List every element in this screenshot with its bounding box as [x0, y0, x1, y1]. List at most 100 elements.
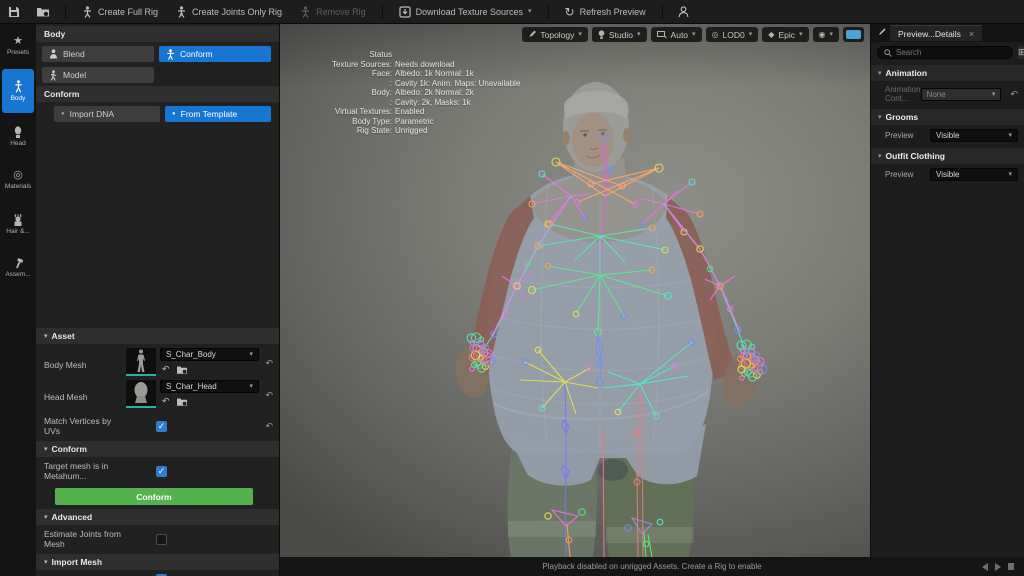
source-control-button[interactable] [28, 0, 58, 23]
asset-section-title: Asset [52, 331, 75, 341]
sidebar-item-label: Presets [7, 49, 29, 56]
epic-label: Epic [778, 30, 795, 40]
create-full-rig-button[interactable]: Create Full Rig [73, 0, 167, 23]
advanced-section-title: Advanced [52, 512, 93, 522]
body-mesh-select[interactable]: S_Char_Body ▾ [160, 348, 259, 361]
reset-body-mesh-icon[interactable]: ↶ [259, 348, 273, 369]
lod-label: LOD0 [723, 30, 745, 40]
status-label: Virtual Textures: [296, 107, 392, 117]
asset-section-header[interactable]: ▾ Asset [36, 328, 279, 344]
head-mesh-label: Head Mesh [44, 380, 126, 402]
animation-content-label: Animation Cont... [885, 85, 921, 103]
pen-icon [871, 24, 890, 42]
caret-down-icon: ▾ [878, 70, 882, 77]
view-options-icon[interactable]: ⊞ [1018, 46, 1024, 59]
account-button[interactable] [670, 0, 697, 23]
body-mesh-row: Body Mesh S_Char_Body ▾ ↶ [36, 344, 279, 380]
caret-down-icon: ▾ [992, 91, 996, 98]
refresh-preview-button[interactable]: ↻ Refresh Preview [556, 0, 655, 23]
caret-down-icon: ▾ [829, 31, 833, 38]
outfit-preview-select[interactable]: Visible ▾ [930, 168, 1018, 181]
body-mesh-thumbnail[interactable] [126, 348, 156, 376]
outfit-clothing-section-title: Outfit Clothing [886, 151, 945, 161]
3d-viewport[interactable]: Status Texture Sources:Needs download Fa… [280, 24, 870, 557]
import-dna-button[interactable]: ● Import DNA [54, 106, 160, 122]
match-vertices-checkbox[interactable]: ✓ [156, 421, 167, 432]
conform-tab-button[interactable]: Conform [159, 46, 271, 62]
model-button[interactable]: Model [42, 67, 154, 83]
animation-section-title: Animation [886, 68, 928, 78]
dot-icon: ● [172, 111, 176, 117]
reset-head-mesh-icon[interactable]: ↶ [259, 380, 273, 401]
resolution-auto-dropdown[interactable]: Auto ▾ [651, 27, 702, 42]
status-label: Texture Sources: [296, 60, 392, 70]
sidebar-item-assembly[interactable]: Assem... [0, 246, 36, 290]
blend-button[interactable]: Blend [42, 46, 154, 62]
model-icon [49, 70, 58, 81]
sidebar-item-head[interactable]: Head [0, 114, 36, 158]
status-label: : [296, 98, 392, 108]
close-tab-icon[interactable]: × [969, 29, 974, 39]
sidebar-item-presets[interactable]: ★ Presets [0, 24, 36, 68]
topology-dropdown[interactable]: Topology ▾ [522, 27, 588, 42]
hair-icon [13, 214, 23, 226]
advanced-section-header[interactable]: ▾ Advanced [36, 509, 279, 525]
lighting-studio-dropdown[interactable]: Studio ▾ [592, 27, 647, 42]
outfit-clothing-section-header[interactable]: ▾ Outfit Clothing [871, 148, 1024, 164]
sidebar-item-body[interactable]: Body [2, 69, 34, 113]
estimate-joints-checkbox[interactable] [156, 534, 167, 545]
grooms-section-header[interactable]: ▾ Grooms [871, 109, 1024, 125]
caret-down-icon: ▾ [44, 446, 48, 453]
blend-label: Blend [63, 49, 85, 59]
browse-to-asset-icon[interactable] [176, 365, 188, 375]
estimate-joints-label: Estimate Joints from Mesh [44, 529, 144, 549]
sidebar-item-label: Body [11, 95, 26, 102]
use-selected-asset-icon[interactable]: ↶ [162, 364, 170, 375]
sidebar-item-hair[interactable]: Hair &... [0, 202, 36, 246]
tab-preview-details[interactable]: Preview...Details × [890, 25, 982, 41]
toolbar-separator [548, 4, 549, 20]
head-mesh-select[interactable]: S_Char_Head ▾ [160, 380, 259, 393]
remove-rig-button[interactable]: Remove Rig [291, 0, 375, 23]
conform-button[interactable]: Conform [55, 488, 253, 505]
conform-settings-header[interactable]: ▾ Conform [36, 441, 279, 457]
target-mesh-label: Target mesh is in Metahum... [44, 461, 144, 481]
stop-icon[interactable] [1008, 563, 1014, 570]
rig-display-toggle[interactable] [843, 27, 864, 42]
grooms-preview-select[interactable]: Visible ▾ [930, 129, 1018, 142]
caret-down-icon: ▾ [44, 559, 48, 566]
reset-animation-content-icon[interactable]: ↶ [1005, 89, 1018, 100]
sidebar-item-materials[interactable]: ◎ Materials [0, 158, 36, 202]
use-selected-asset-icon[interactable]: ↶ [162, 396, 170, 407]
star-icon: ★ [13, 36, 23, 47]
body-mesh-value: S_Char_Body [166, 350, 216, 359]
save-icon [8, 6, 20, 18]
step-back-icon[interactable] [982, 563, 988, 571]
target-mesh-checkbox[interactable]: ✓ [156, 466, 167, 477]
lod-dropdown[interactable]: ◎ LOD0 ▾ [706, 27, 759, 42]
animation-content-select[interactable]: None ▾ [921, 88, 1002, 101]
download-texture-sources-button[interactable]: Download Texture Sources ▾ [390, 0, 541, 23]
visibility-dropdown[interactable]: ◉ ▾ [813, 27, 840, 42]
create-joints-only-rig-button[interactable]: Create Joints Only Rig [167, 0, 291, 23]
rig-person-icon [82, 6, 93, 18]
head-mesh-thumbnail[interactable] [126, 380, 156, 408]
brush-icon [528, 30, 536, 39]
save-button[interactable] [0, 0, 28, 23]
match-vertices-row: Match Vertices by UVs ✓ ↶ [36, 412, 279, 439]
from-template-button[interactable]: ● From Template [165, 106, 271, 122]
reset-match-vertices-icon[interactable]: ↶ [259, 421, 273, 432]
grooms-preview-label: Preview [885, 131, 930, 140]
search-box[interactable] [877, 46, 1013, 59]
search-input[interactable] [896, 48, 1006, 57]
playback-status-message: Playback disabled on unrigged Assets. Cr… [542, 562, 761, 571]
model-label: Model [63, 70, 86, 80]
caret-down-icon: ▾ [878, 153, 882, 160]
animation-section-header[interactable]: ▾ Animation [871, 65, 1024, 81]
import-mesh-section-header[interactable]: ▾ Import Mesh [36, 554, 279, 570]
grooms-preview-row: Preview Visible ▾ [871, 125, 1024, 146]
play-icon[interactable] [995, 563, 1001, 571]
target-mesh-row: Target mesh is in Metahum... ✓ [36, 457, 279, 484]
browse-to-asset-icon[interactable] [176, 397, 188, 407]
quality-epic-dropdown[interactable]: ◆ Epic ▾ [762, 27, 808, 42]
